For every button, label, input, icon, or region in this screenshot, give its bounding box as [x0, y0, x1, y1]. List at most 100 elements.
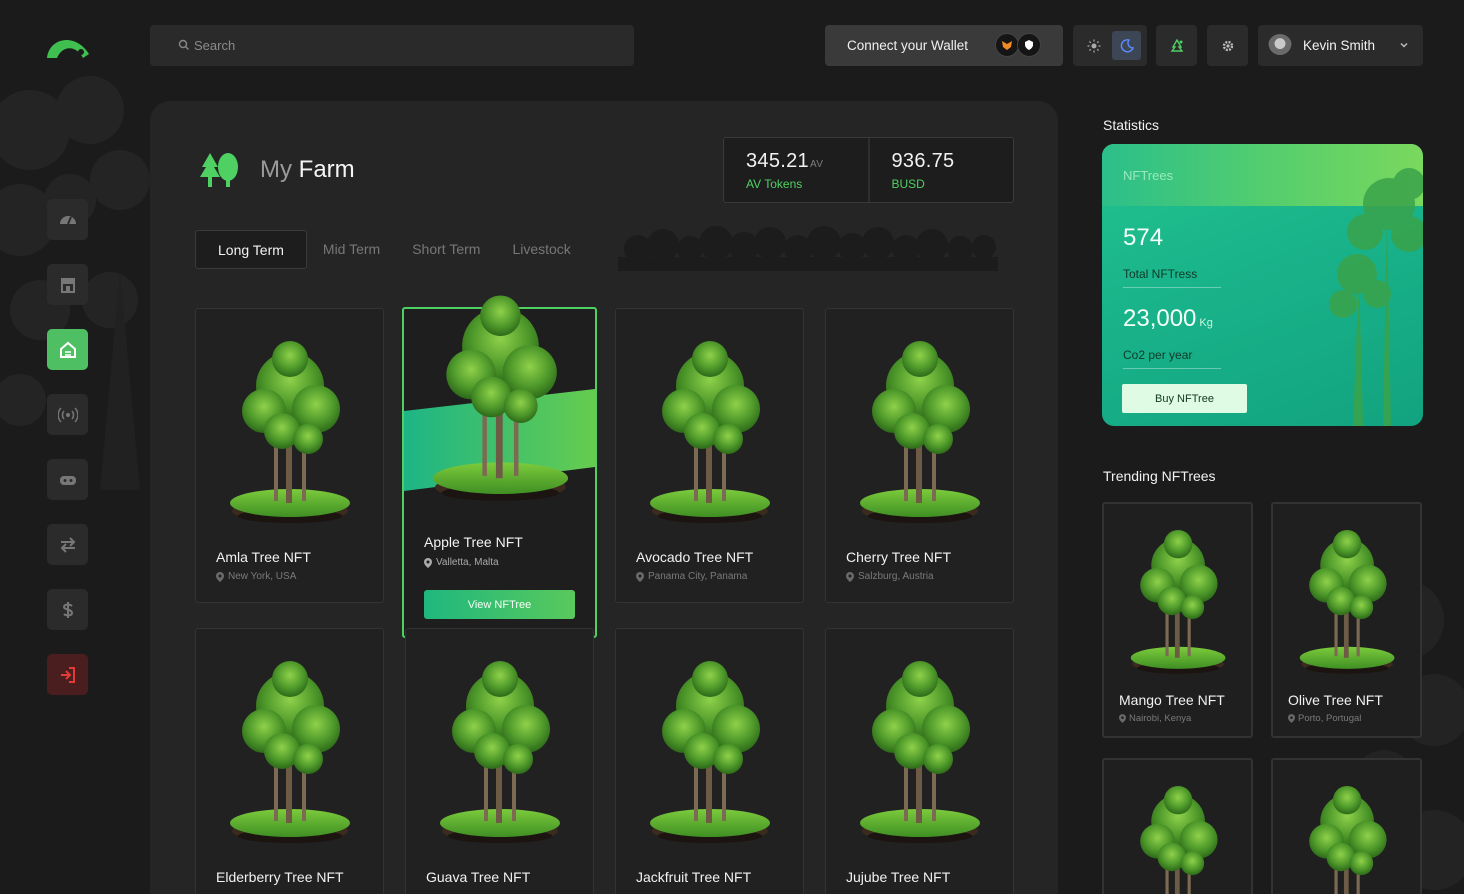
trending-card-olive[interactable]: Olive Tree NFT Porto, Portugal: [1271, 502, 1422, 738]
sidebar: [47, 199, 88, 695]
nft-location-text: Porto, Portugal: [1298, 713, 1362, 724]
signal-icon: [57, 406, 78, 423]
nft-name: Jackfruit Tree NFT: [636, 869, 752, 885]
swap-icon: [60, 536, 75, 553]
title-prefix: My: [260, 156, 292, 183]
nft-name: Mango Tree NFT: [1119, 692, 1225, 708]
view-nftree-button[interactable]: View NFTree: [424, 590, 575, 619]
logo-icon[interactable]: [45, 32, 91, 62]
palm-decoration: [1329, 168, 1423, 426]
nft-card-jujube[interactable]: Jujube Tree NFT: [825, 628, 1014, 894]
trending-card-mango[interactable]: Mango Tree NFT Nairobi, Kenya: [1102, 502, 1253, 738]
tab-mid-term[interactable]: Mid Term: [307, 230, 396, 269]
metamask-icon: [995, 33, 1019, 57]
av-token-balance: 345.21AV AV Tokens: [724, 138, 868, 202]
tree-image: [224, 331, 357, 531]
nft-card-amla[interactable]: Amla Tree NFT New York, USA: [195, 308, 384, 603]
nft-location: Valletta, Malta: [424, 557, 499, 568]
term-tabs: Long Term Mid Term Short Term Livestock: [195, 230, 587, 269]
total-nftrees-value: 574: [1123, 224, 1164, 251]
tree-image: [854, 331, 987, 531]
nft-name: Elderberry Tree NFT: [216, 869, 344, 885]
shield-icon: [1017, 33, 1041, 57]
divider: [1123, 368, 1221, 369]
nft-location-text: Salzburg, Austria: [858, 571, 934, 582]
dark-mode-option[interactable]: [1112, 31, 1141, 60]
divider: [1123, 287, 1221, 288]
tree-image: [224, 651, 357, 851]
connect-wallet-label: Connect your Wallet: [847, 38, 969, 53]
theme-toggle[interactable]: [1073, 25, 1147, 66]
moon-icon: [1120, 38, 1134, 52]
trending-card[interactable]: [1271, 758, 1422, 894]
sidebar-item-dashboard[interactable]: [47, 199, 88, 240]
sidebar-item-farm[interactable]: [47, 329, 88, 370]
nft-location-text: New York, USA: [228, 571, 297, 582]
tree-bell-icon: [1170, 38, 1183, 52]
co2-label: Co2 per year: [1123, 348, 1193, 362]
nft-name: Guava Tree NFT: [426, 869, 531, 885]
tree-image: [644, 331, 777, 531]
nft-name: Cherry Tree NFT: [846, 549, 952, 565]
settings-button[interactable]: [1207, 25, 1248, 66]
co2-value-wrap: 23,000 Kg: [1123, 305, 1213, 333]
user-name: Kevin Smith: [1303, 38, 1376, 53]
busd-balance: 936.75 BUSD: [867, 138, 1014, 202]
nft-card-apple[interactable]: Apple Tree NFT Valletta, Malta View NFTr…: [402, 307, 597, 638]
location-pin-icon: [424, 557, 432, 568]
nft-location-text: Valletta, Malta: [436, 557, 499, 568]
light-mode-option[interactable]: [1079, 31, 1108, 60]
tab-long-term[interactable]: Long Term: [195, 230, 307, 269]
connect-wallet-button[interactable]: Connect your Wallet: [825, 25, 1063, 66]
notifications-button[interactable]: [1156, 25, 1197, 66]
nft-card-avocado[interactable]: Avocado Tree NFT Panama City, Panama: [615, 308, 804, 603]
location-pin-icon: [636, 571, 644, 582]
nft-name: Olive Tree NFT: [1288, 692, 1383, 708]
tree-image: [644, 651, 777, 851]
treeline-decoration: [618, 226, 998, 271]
nft-location-text: Nairobi, Kenya: [1129, 713, 1192, 724]
nft-location: Porto, Portugal: [1288, 713, 1361, 724]
location-pin-icon: [1119, 714, 1126, 723]
sidebar-item-games[interactable]: [47, 459, 88, 500]
tree-image: [426, 277, 576, 517]
sun-icon: [1087, 39, 1100, 52]
sidebar-item-finance[interactable]: [47, 589, 88, 630]
nft-card-jackfruit[interactable]: Jackfruit Tree NFT: [615, 628, 804, 894]
nft-card-guava[interactable]: Guava Tree NFT: [405, 628, 594, 894]
nft-location: Panama City, Panama: [636, 571, 747, 582]
nft-name: Avocado Tree NFT: [636, 549, 754, 565]
nft-name: Jujube Tree NFT: [846, 869, 951, 885]
search-input[interactable]: [194, 38, 594, 53]
tree-image: [1295, 522, 1400, 680]
tree-image: [1126, 778, 1231, 894]
nft-name: Apple Tree NFT: [424, 534, 523, 550]
user-menu[interactable]: Kevin Smith: [1258, 25, 1423, 66]
sidebar-item-exchange[interactable]: [47, 524, 88, 565]
token-balances: 345.21AV AV Tokens 936.75 BUSD: [723, 137, 1014, 203]
co2-value: 23,000: [1123, 305, 1197, 332]
buy-nftree-button[interactable]: Buy NFTree: [1122, 384, 1247, 413]
tab-short-term[interactable]: Short Term: [396, 230, 496, 269]
nft-location: Nairobi, Kenya: [1119, 713, 1191, 724]
sidebar-item-logout[interactable]: [47, 654, 88, 695]
tab-livestock[interactable]: Livestock: [496, 230, 586, 269]
nft-card-cherry[interactable]: Cherry Tree NFT Salzburg, Austria: [825, 308, 1014, 603]
trending-card[interactable]: [1102, 758, 1253, 894]
nft-card-elderberry[interactable]: Elderberry Tree NFT: [195, 628, 384, 894]
location-pin-icon: [216, 571, 224, 582]
sidebar-item-broadcast[interactable]: [47, 394, 88, 435]
statistics-title: Statistics: [1103, 117, 1160, 133]
nft-location: New York, USA: [216, 571, 296, 582]
tree-image: [1295, 778, 1400, 894]
title-main: Farm: [298, 156, 355, 183]
busd-label: BUSD: [891, 177, 925, 191]
sidebar-item-marketplace[interactable]: [47, 264, 88, 305]
trees-icon: [200, 153, 238, 187]
location-pin-icon: [846, 571, 854, 582]
avatar: [1268, 33, 1292, 58]
dollar-icon: [62, 601, 73, 618]
search-bar[interactable]: [150, 25, 634, 66]
farm-panel: My Farm 345.21AV AV Tokens 936.75 BUSD L…: [150, 101, 1058, 894]
total-nftrees-label: Total NFTress: [1123, 267, 1198, 281]
